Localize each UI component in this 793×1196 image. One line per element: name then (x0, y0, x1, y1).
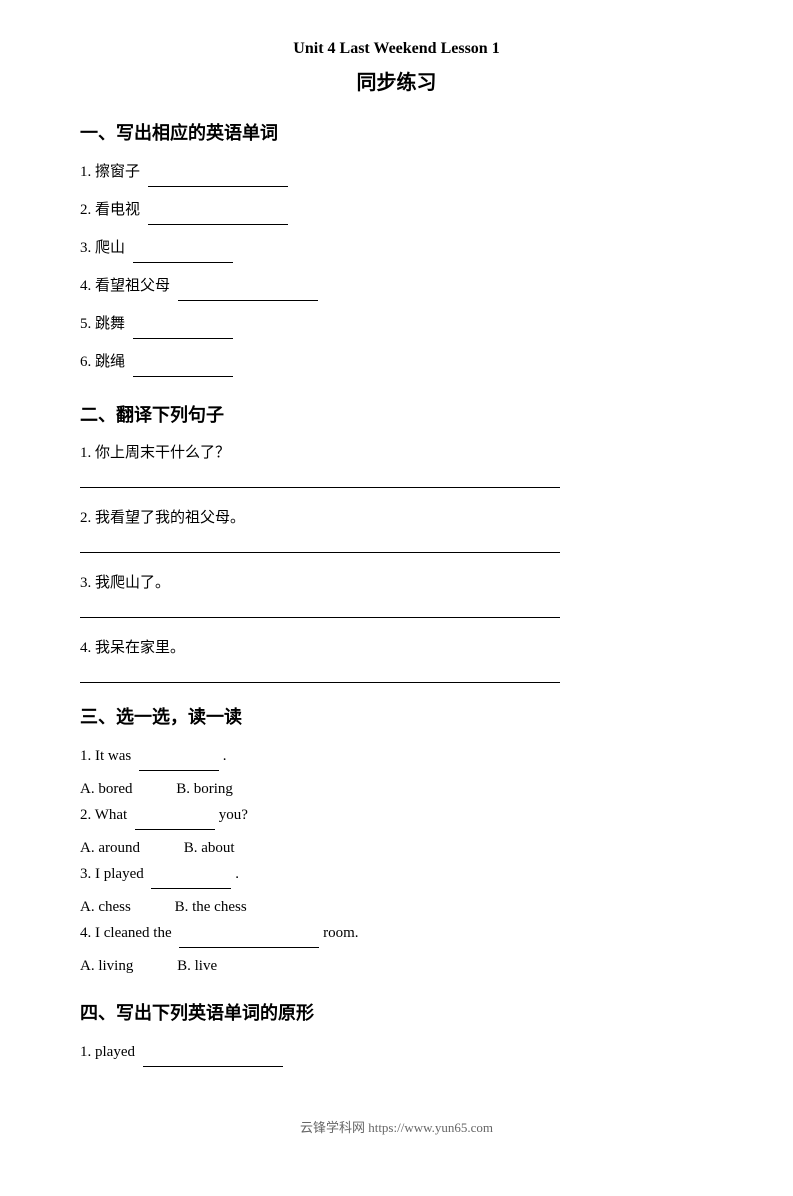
choice-q3-stem: 3. I played . (80, 861, 713, 889)
section3-heading: 三、选一选，读一读 (80, 703, 713, 729)
answer-line-2 (80, 531, 560, 553)
q1-3: 3. 爬山 (80, 235, 713, 263)
trans-q4: 4. 我呆在家里。 (80, 636, 713, 683)
blank-3-4 (179, 920, 319, 948)
section3-questions: 1. It was . A. bored B. boring 2. What y… (80, 743, 713, 975)
blank-3-1 (139, 743, 219, 771)
trans-q2: 2. 我看望了我的祖父母。 (80, 506, 713, 553)
choice-q4-stem: 4. I cleaned the room. (80, 920, 713, 948)
blank-4-1 (143, 1039, 283, 1067)
choice-q2-stem: 2. What you? (80, 802, 713, 830)
q1-2: 2. 看电视 (80, 197, 713, 225)
blank-3-2 (135, 802, 215, 830)
section2-heading: 二、翻译下列句子 (80, 401, 713, 427)
section4-questions: 1. played (80, 1039, 713, 1067)
q1-5: 5. 跳舞 (80, 311, 713, 339)
q1-6: 6. 跳绳 (80, 349, 713, 377)
s4-q1: 1. played (80, 1039, 713, 1067)
choice-q2-options: A. around B. about (80, 840, 713, 857)
choice-q1-stem: 1. It was . (80, 743, 713, 771)
trans-q1: 1. 你上周末干什么了？ (80, 441, 713, 488)
q1-1: 1. 擦窗子 (80, 159, 713, 187)
section1-heading: 一、写出相应的英语单词 (80, 119, 713, 145)
blank-3-3 (151, 861, 231, 889)
choice-q1-options: A. bored B. boring (80, 781, 713, 798)
answer-line-1 (80, 466, 560, 488)
blank-1-2 (148, 197, 288, 225)
footer-text: 云锋学科网 https://www.yun65.com (80, 1117, 713, 1136)
blank-1-5 (133, 311, 233, 339)
blank-1-4 (178, 273, 318, 301)
page-title-cn: 同步练习 (80, 66, 713, 95)
blank-1-6 (133, 349, 233, 377)
section4-heading: 四、写出下列英语单词的原形 (80, 999, 713, 1025)
choice-q4-options: A. living B. live (80, 958, 713, 975)
q1-4: 4. 看望祖父母 (80, 273, 713, 301)
blank-1-1 (148, 159, 288, 187)
trans-q3: 3. 我爬山了。 (80, 571, 713, 618)
answer-line-4 (80, 661, 560, 683)
blank-1-3 (133, 235, 233, 263)
section2-questions: 1. 你上周末干什么了？ 2. 我看望了我的祖父母。 3. 我爬山了。 4. 我… (80, 441, 713, 683)
answer-line-3 (80, 596, 560, 618)
page-title-en: Unit 4 Last Weekend Lesson 1 (80, 40, 713, 58)
choice-q3-options: A. chess B. the chess (80, 899, 713, 916)
section1-questions: 1. 擦窗子 2. 看电视 3. 爬山 4. 看望祖父母 5. 跳舞 6. 跳绳 (80, 159, 713, 377)
